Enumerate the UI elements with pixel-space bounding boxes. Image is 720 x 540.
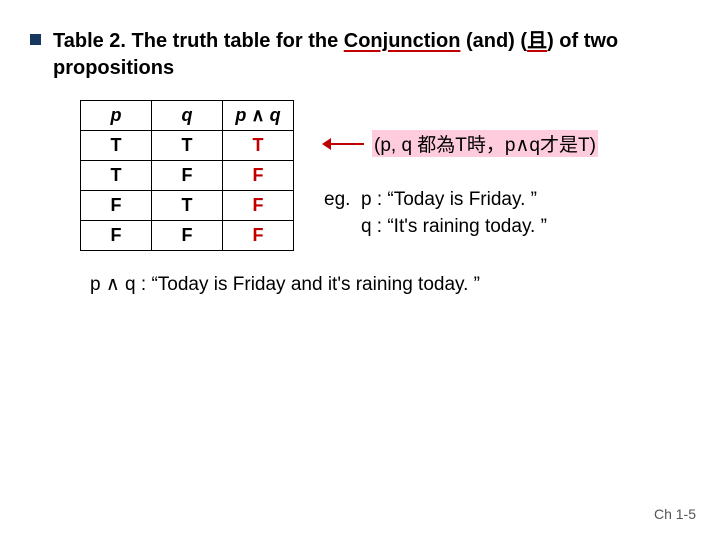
result-cell: F: [223, 161, 294, 191]
slide: Table 2. The truth table for the Conjunc…: [0, 0, 720, 540]
truth-table: p q p ∧ q T T T T F F F T F: [80, 100, 294, 251]
slide-title: Table 2. The truth table for the Conjunc…: [53, 28, 690, 82]
title-lead: Table 2. The truth table for the: [53, 30, 344, 52]
table-row: T F F: [81, 161, 294, 191]
bullet-icon: [30, 34, 41, 45]
col-p: p: [81, 101, 152, 131]
table-header-row: p q p ∧ q: [81, 101, 294, 131]
title-row: Table 2. The truth table for the Conjunc…: [30, 28, 690, 82]
result-cell: F: [223, 221, 294, 251]
title-keyword-and-cjk: 且: [527, 30, 547, 52]
col-pandq: p ∧ q: [223, 101, 294, 131]
highlighted-note: (p, q 都為T時，p∧q才是T): [372, 130, 598, 157]
result-cell: T: [223, 131, 294, 161]
slide-number: Ch 1-5: [654, 506, 696, 522]
result-cell: F: [223, 191, 294, 221]
table-row: F T F: [81, 191, 294, 221]
combined-sentence: p ∧ q : “Today is Friday and it's rainin…: [90, 273, 690, 296]
condition-note: (p, q 都為T時，p∧q才是T): [324, 130, 598, 157]
col-q: q: [152, 101, 223, 131]
table-row: T T T: [81, 131, 294, 161]
arrow-left-icon: [324, 137, 364, 151]
title-keyword-conjunction: Conjunction: [344, 30, 461, 52]
content-row: p q p ∧ q T T T T F F F T F: [80, 100, 690, 251]
wedge-icon: ∧: [106, 274, 120, 295]
eg-p: p : “Today is Friday. ”: [361, 189, 537, 210]
title-mid: (and) (: [460, 30, 527, 52]
annotations: (p, q 都為T時，p∧q才是T) eg. p : “Today is Fri…: [324, 100, 598, 251]
eg-q: q : “It's raining today. ”: [361, 216, 547, 237]
example-block: eg. p : “Today is Friday. ” q : “It's ra…: [324, 187, 598, 240]
table-row: F F F: [81, 221, 294, 251]
wedge-icon: ∧: [515, 135, 529, 156]
wedge-icon: ∧: [251, 105, 264, 125]
eg-label: eg.: [324, 189, 350, 210]
